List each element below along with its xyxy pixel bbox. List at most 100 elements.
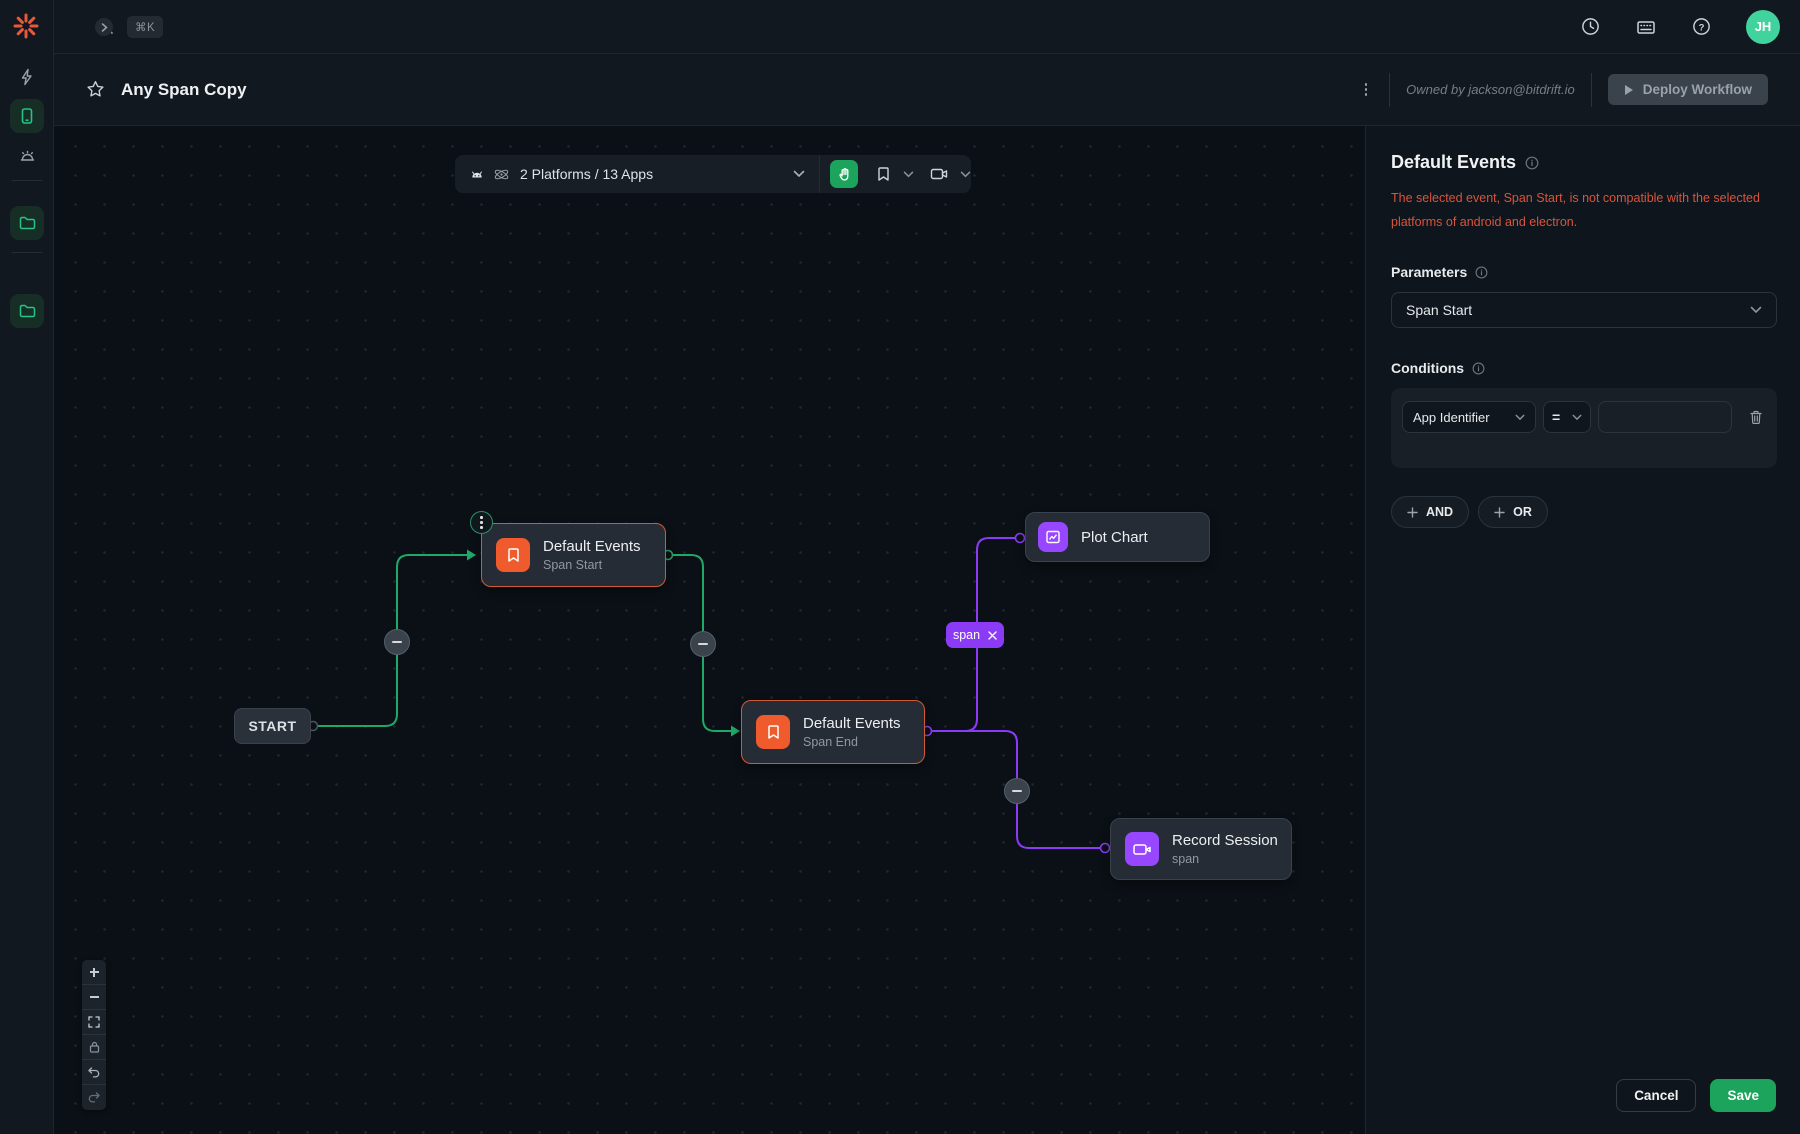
sidebar-divider <box>12 252 42 253</box>
lock-interactivity-button[interactable] <box>82 1035 106 1060</box>
svg-text:?: ? <box>1699 22 1705 33</box>
node-record-session[interactable]: Record Session span <box>1110 818 1292 880</box>
minus-icon <box>90 996 99 998</box>
favorite-button[interactable] <box>86 80 105 99</box>
node-settings-panel: Default Events The selected event, Span … <box>1365 126 1800 1134</box>
sidebar-item-devices[interactable] <box>10 99 44 133</box>
chevron-down-icon <box>1750 306 1762 314</box>
edge-collapse-button[interactable] <box>690 631 716 657</box>
edge-collapse-button[interactable] <box>1004 778 1030 804</box>
chevron-down-icon <box>1572 414 1582 421</box>
delete-condition-button[interactable] <box>1749 410 1763 425</box>
condition-value-input[interactable] <box>1598 401 1732 433</box>
left-sidebar <box>0 0 54 1134</box>
plus-icon <box>1494 507 1505 518</box>
minus-icon <box>392 641 402 643</box>
folder-icon <box>18 302 37 321</box>
cancel-button[interactable]: Cancel <box>1616 1079 1696 1112</box>
node-default-events-span-start[interactable]: Default Events Span Start <box>481 523 666 587</box>
bitdrift-logo-icon[interactable] <box>4 4 48 48</box>
kebab-menu-icon <box>480 521 483 524</box>
node-default-events-span-end[interactable]: Default Events Span End <box>741 700 925 764</box>
info-icon <box>1525 156 1539 170</box>
edge-label-span[interactable]: span <box>946 622 1004 648</box>
plus-icon <box>1407 507 1418 518</box>
history-button[interactable] <box>1580 16 1601 37</box>
question-circle-icon: ? <box>1691 16 1712 37</box>
sidebar-item-alerts[interactable] <box>10 138 44 172</box>
workflow-menu-button[interactable] <box>1359 88 1374 91</box>
page-header: Any Span Copy Owned by jackson@bitdrift.… <box>54 54 1800 126</box>
node-title: Record Session <box>1172 832 1278 849</box>
keyboard-icon <box>1635 16 1657 38</box>
bookmark-node-icon <box>756 715 790 749</box>
lightning-icon <box>18 68 36 86</box>
workflow-editor-app: ⌘K ? JH Any Span Copy Owned by jackson@ <box>0 0 1800 1134</box>
sidebar-item-workflows[interactable] <box>10 60 44 94</box>
chevron-right-icon <box>101 23 108 32</box>
undo-icon <box>88 1067 100 1078</box>
minus-icon <box>1012 790 1022 792</box>
sidebar-collapse-button[interactable] <box>95 18 113 36</box>
alarm-bell-icon <box>18 146 37 165</box>
top-bar: ⌘K ? JH <box>54 0 1800 54</box>
zoom-out-button[interactable] <box>82 985 106 1010</box>
add-or-condition-button[interactable]: OR <box>1478 496 1548 528</box>
info-icon <box>1472 362 1485 375</box>
video-camera-icon <box>930 167 948 181</box>
record-tool-button[interactable] <box>930 167 948 181</box>
edge-collapse-button[interactable] <box>384 629 410 655</box>
parameter-select[interactable]: Span Start <box>1391 292 1777 328</box>
conditions-label: Conditions <box>1391 360 1464 376</box>
android-platform-icon <box>469 166 485 182</box>
node-title: Default Events <box>803 715 901 732</box>
sidebar-item-folder-group[interactable] <box>10 206 44 240</box>
node-start[interactable]: START <box>234 708 311 744</box>
add-and-condition-button[interactable]: AND <box>1391 496 1469 528</box>
toolbar-divider <box>819 155 820 193</box>
node-title: Default Events <box>543 538 641 555</box>
platforms-selector[interactable]: 2 Platforms / 13 Apps <box>520 166 653 182</box>
deploy-workflow-button[interactable]: Deploy Workflow <box>1608 74 1768 105</box>
user-avatar[interactable]: JH <box>1746 10 1780 44</box>
workflow-canvas[interactable]: 2 Platforms / 13 Apps START <box>54 126 1365 1134</box>
chevron-down-icon <box>1515 414 1525 421</box>
record-tool-chevron[interactable] <box>960 171 971 178</box>
video-camera-node-icon <box>1125 832 1159 866</box>
zoom-in-button[interactable] <box>82 960 106 985</box>
chevron-down-icon <box>903 171 914 178</box>
pan-tool-button[interactable] <box>830 160 858 188</box>
star-icon <box>86 80 105 99</box>
plus-icon <box>90 971 99 973</box>
node-subtitle: span <box>1172 852 1278 866</box>
redo-button[interactable] <box>82 1085 106 1110</box>
fit-view-button[interactable] <box>82 1010 106 1035</box>
node-menu-button[interactable] <box>470 511 493 534</box>
minus-icon <box>698 643 708 645</box>
condition-operator-select[interactable]: = <box>1543 401 1591 433</box>
canvas-toolbar: 2 Platforms / 13 Apps <box>455 155 971 193</box>
line-chart-icon <box>1038 522 1068 552</box>
panel-title: Default Events <box>1391 152 1516 173</box>
save-button[interactable]: Save <box>1710 1079 1776 1112</box>
keyboard-shortcuts-button[interactable] <box>1635 16 1657 38</box>
electron-platform-icon <box>493 166 510 183</box>
fit-view-icon <box>88 1016 100 1028</box>
page-title: Any Span Copy <box>121 80 247 100</box>
chevron-down-icon <box>793 170 805 178</box>
sidebar-item-folder-active[interactable] <box>10 294 44 328</box>
help-button[interactable]: ? <box>1691 16 1712 37</box>
bookmark-tool-chevron[interactable] <box>903 171 914 178</box>
clock-icon <box>1580 16 1601 37</box>
node-plot-chart[interactable]: Plot Chart <box>1025 512 1210 562</box>
canvas-zoom-controls <box>82 960 106 1110</box>
platforms-chevron[interactable] <box>793 170 805 178</box>
lock-icon <box>89 1041 100 1053</box>
condition-field-select[interactable]: App Identifier <box>1402 401 1536 433</box>
condition-card: App Identifier = <box>1391 388 1777 468</box>
redo-icon <box>88 1092 100 1103</box>
close-icon[interactable] <box>988 631 997 640</box>
bookmark-tool-button[interactable] <box>876 166 891 182</box>
undo-button[interactable] <box>82 1060 106 1085</box>
validation-error-message: The selected event, Span Start, is not c… <box>1391 186 1777 234</box>
